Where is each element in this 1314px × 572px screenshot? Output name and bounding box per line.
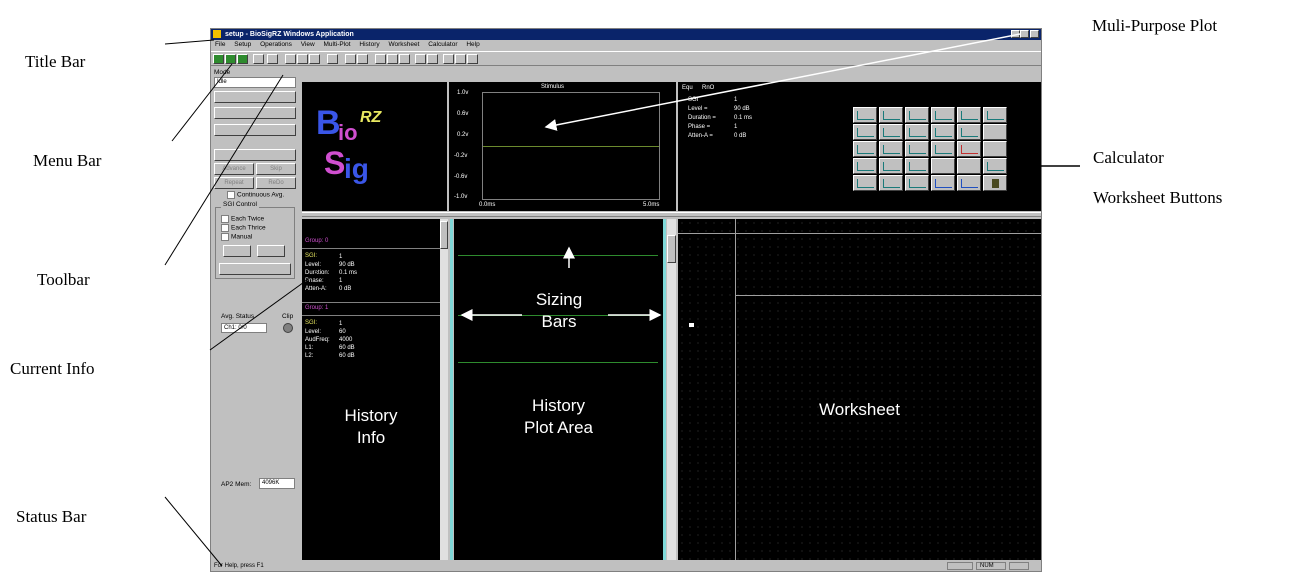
- title-bar-line: [164, 39, 215, 45]
- annotation-overlay: [164, 33, 1080, 567]
- multi-plot-arrow: [544, 33, 1021, 131]
- status-bar-line: [164, 496, 223, 567]
- toolbar-line: [164, 74, 284, 266]
- current-info-line: [209, 271, 319, 351]
- menu-bar-line: [171, 63, 233, 142]
